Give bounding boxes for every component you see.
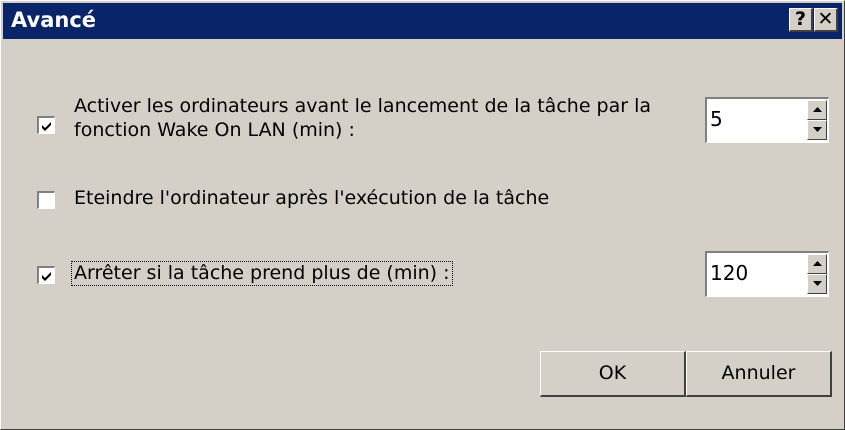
arrow-down-icon bbox=[813, 127, 822, 132]
stop-if-label: Arrêter si la tâche prend plus de (min) … bbox=[71, 261, 453, 286]
wake-on-lan-label-line2: fonction Wake On LAN (min) : bbox=[74, 119, 355, 141]
stop-if-value[interactable]: 120 bbox=[710, 261, 748, 285]
arrow-down-icon bbox=[813, 281, 822, 286]
arrow-up-icon bbox=[813, 261, 822, 266]
spin-down-button[interactable] bbox=[807, 274, 827, 294]
shutdown-label: Eteindre l'ordinateur après l'exécution … bbox=[74, 187, 550, 209]
checkmark-icon bbox=[42, 122, 51, 131]
wake-on-lan-label-line1: Activer les ordinateurs avant le lanceme… bbox=[74, 95, 652, 117]
wake-on-lan-checkbox[interactable] bbox=[37, 116, 55, 134]
dialog-title: Avancé bbox=[11, 8, 97, 32]
checkmark-icon bbox=[42, 272, 51, 281]
stop-if-checkbox[interactable] bbox=[37, 266, 55, 284]
spin-up-button[interactable] bbox=[807, 254, 827, 274]
ok-button[interactable]: OK bbox=[540, 351, 686, 397]
advanced-dialog: Avancé ? ✕ Activer les ordinateurs avant… bbox=[0, 0, 845, 430]
help-button[interactable]: ? bbox=[789, 8, 813, 32]
cancel-button[interactable]: Annuler bbox=[686, 351, 832, 397]
stop-if-spinner[interactable]: 120 bbox=[705, 251, 829, 297]
title-bar: Avancé ? ✕ bbox=[3, 3, 842, 39]
wake-on-lan-spinner[interactable]: 5 bbox=[705, 97, 829, 143]
arrow-up-icon bbox=[813, 107, 822, 112]
wake-on-lan-value[interactable]: 5 bbox=[710, 107, 723, 131]
spin-down-button[interactable] bbox=[807, 120, 827, 140]
shutdown-checkbox[interactable] bbox=[37, 191, 55, 209]
spin-up-button[interactable] bbox=[807, 100, 827, 120]
close-button[interactable]: ✕ bbox=[814, 8, 838, 32]
